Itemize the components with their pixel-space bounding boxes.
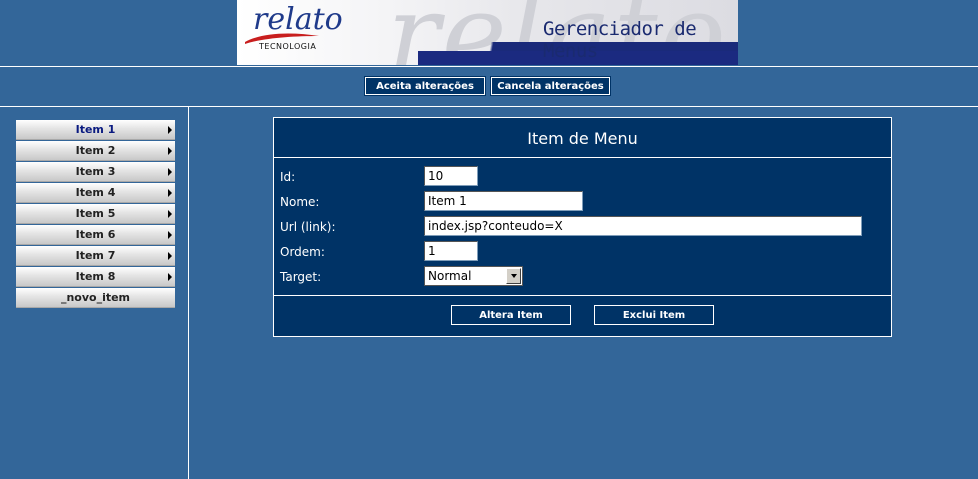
order-field[interactable]: 1 bbox=[424, 241, 478, 261]
sidebar-item-7[interactable]: Item 7 bbox=[16, 246, 175, 266]
submenu-arrow-icon bbox=[168, 210, 172, 218]
url-label: Url (link): bbox=[280, 220, 336, 234]
order-label: Ordem: bbox=[280, 245, 325, 259]
sidebar-item-1[interactable]: Item 1 bbox=[16, 120, 175, 140]
name-label: Nome: bbox=[280, 195, 320, 209]
sidebar-divider bbox=[188, 106, 189, 479]
header-banner: relato relato TECNOLOGIA Gerenciador de … bbox=[237, 0, 738, 65]
sidebar-item-4[interactable]: Item 4 bbox=[16, 183, 175, 203]
submenu-arrow-icon bbox=[168, 126, 172, 134]
app-title: Gerenciador de Menus bbox=[543, 18, 697, 62]
sidebar-menu: Item 1 Item 2 Item 3 Item 4 Item 5 Item … bbox=[16, 120, 175, 309]
submenu-arrow-icon bbox=[168, 168, 172, 176]
submenu-arrow-icon bbox=[168, 273, 172, 281]
form-title: Item de Menu bbox=[527, 128, 638, 148]
sidebar-item-6[interactable]: Item 6 bbox=[16, 225, 175, 245]
url-field[interactable]: index.jsp?conteudo=X bbox=[424, 216, 862, 236]
cancel-changes-button[interactable]: Cancela alterações bbox=[490, 76, 611, 96]
sidebar-item-5[interactable]: Item 5 bbox=[16, 204, 175, 224]
target-select-value: Normal bbox=[428, 269, 472, 283]
sidebar-item-2[interactable]: Item 2 bbox=[16, 141, 175, 161]
target-label: Target: bbox=[280, 270, 322, 284]
logo-subtext: TECNOLOGIA bbox=[259, 42, 317, 51]
submenu-arrow-icon bbox=[168, 189, 172, 197]
header-divider bbox=[0, 66, 978, 67]
menu-item-form: Item de Menu Id: 10 Nome: Item 1 Url (li… bbox=[273, 117, 892, 337]
name-field[interactable]: Item 1 bbox=[424, 191, 583, 211]
submenu-arrow-icon bbox=[168, 147, 172, 155]
toolbar-divider bbox=[0, 106, 978, 107]
form-title-divider bbox=[274, 157, 891, 158]
target-select[interactable]: Normal bbox=[424, 266, 523, 286]
accept-changes-button[interactable]: Aceita alterações bbox=[364, 76, 486, 96]
submenu-arrow-icon bbox=[168, 252, 172, 260]
id-label: Id: bbox=[280, 170, 296, 184]
sidebar-item-3[interactable]: Item 3 bbox=[16, 162, 175, 182]
alter-item-button[interactable]: Altera Item bbox=[451, 305, 571, 325]
form-actions-divider bbox=[274, 295, 891, 296]
id-field[interactable]: 10 bbox=[424, 166, 478, 186]
submenu-arrow-icon bbox=[168, 231, 172, 239]
dropdown-arrow-icon[interactable] bbox=[506, 268, 521, 284]
delete-item-button[interactable]: Exclui Item bbox=[594, 305, 714, 325]
sidebar-item-new[interactable]: _novo_item bbox=[16, 288, 175, 308]
sidebar-item-8[interactable]: Item 8 bbox=[16, 267, 175, 287]
